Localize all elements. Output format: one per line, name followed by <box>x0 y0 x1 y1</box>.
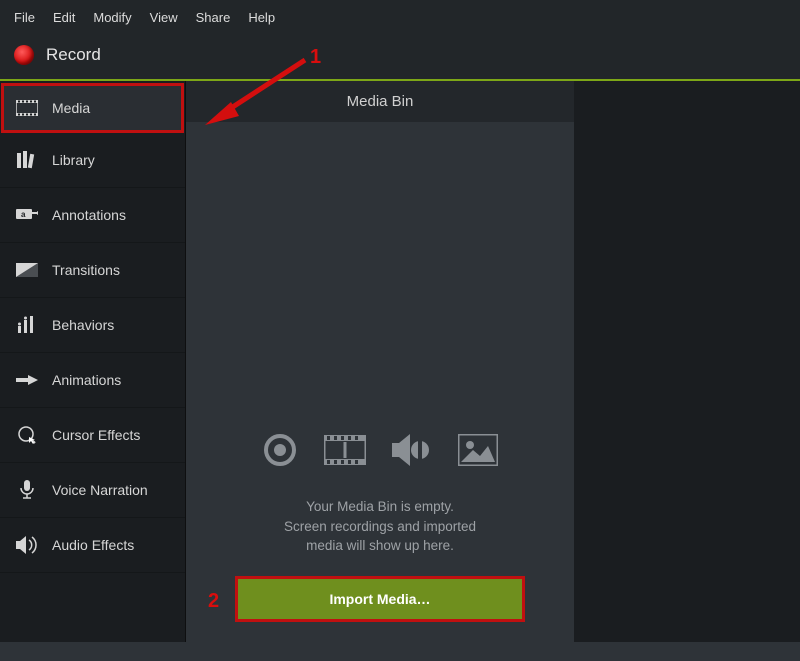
microphone-icon <box>16 481 38 499</box>
sidebar-item-label: Animations <box>52 372 121 388</box>
sidebar-item-label: Library <box>52 152 95 168</box>
sidebar-item-voice-narration[interactable]: Voice Narration <box>0 463 185 518</box>
sidebar-item-label: Behaviors <box>52 317 114 333</box>
image-large-icon <box>458 434 498 471</box>
sidebar-item-label: Cursor Effects <box>52 427 140 443</box>
record-dot-icon <box>14 45 34 65</box>
media-bin-empty-state: Your Media Bin is empty. Screen recordin… <box>186 122 574 642</box>
sidebar-item-label: Audio Effects <box>52 537 134 553</box>
filmstrip-icon <box>16 99 38 117</box>
sidebar-item-annotations[interactable]: a Annotations <box>0 188 185 243</box>
menu-file[interactable]: File <box>14 10 35 25</box>
record-label: Record <box>46 45 101 65</box>
panel-title: Media Bin <box>186 81 574 122</box>
record-circle-icon <box>262 432 298 473</box>
cursor-effects-icon <box>16 426 38 444</box>
menu-help[interactable]: Help <box>248 10 275 25</box>
annotation-icon: a <box>16 206 38 224</box>
menu-share[interactable]: Share <box>196 10 231 25</box>
sidebar: Media Library a Annotations Transitions … <box>0 81 186 642</box>
sidebar-item-behaviors[interactable]: Behaviors <box>0 298 185 353</box>
sidebar-item-label: Transitions <box>52 262 120 278</box>
sidebar-item-transitions[interactable]: Transitions <box>0 243 185 298</box>
sidebar-item-label: Media <box>52 100 90 116</box>
menu-modify[interactable]: Modify <box>93 10 131 25</box>
sidebar-item-cursor-effects[interactable]: Cursor Effects <box>0 408 185 463</box>
speaker-large-icon <box>392 433 432 472</box>
filmstrip-large-icon <box>324 435 366 470</box>
media-type-icons-row <box>262 432 498 473</box>
record-button-row[interactable]: Record <box>0 35 800 79</box>
speaker-icon <box>16 536 38 554</box>
sidebar-item-media[interactable]: Media <box>1 83 184 133</box>
media-panel: Media Bin Your Media Bin is empty. Scree… <box>186 81 574 642</box>
import-media-button[interactable]: Import Media… <box>235 576 525 622</box>
animations-icon <box>16 371 38 389</box>
sidebar-item-audio-effects[interactable]: Audio Effects <box>0 518 185 573</box>
menu-view[interactable]: View <box>150 10 178 25</box>
empty-state-text: Your Media Bin is empty. Screen recordin… <box>284 497 476 556</box>
sidebar-item-animations[interactable]: Animations <box>0 353 185 408</box>
svg-text:a: a <box>21 210 26 219</box>
behaviors-icon <box>16 316 38 334</box>
transitions-icon <box>16 261 38 279</box>
menu-edit[interactable]: Edit <box>53 10 75 25</box>
sidebar-item-library[interactable]: Library <box>0 133 185 188</box>
preview-area <box>574 81 800 642</box>
library-icon <box>16 151 38 169</box>
sidebar-item-label: Annotations <box>52 207 126 223</box>
menu-bar: File Edit Modify View Share Help <box>0 0 800 35</box>
sidebar-item-label: Voice Narration <box>52 482 148 498</box>
